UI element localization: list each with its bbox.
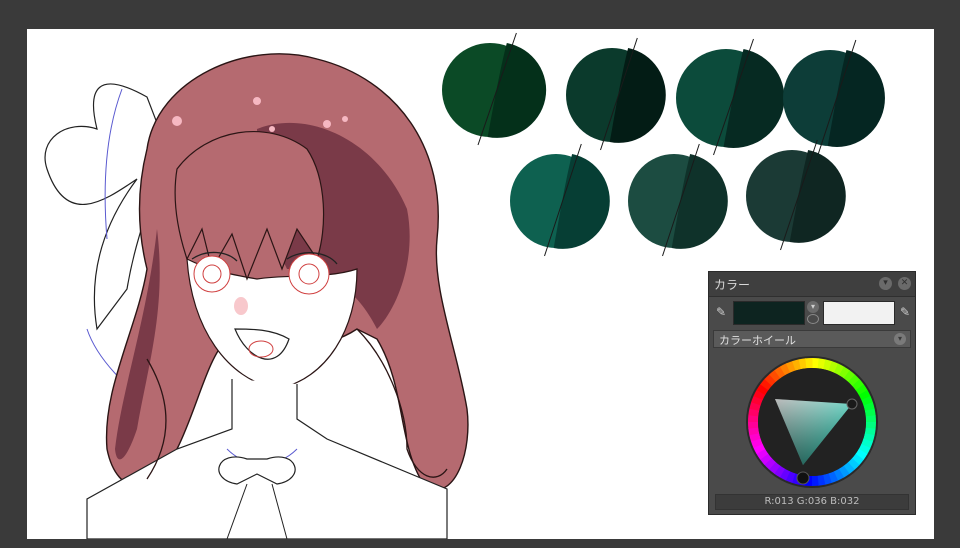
color-swatch-5 — [510, 143, 610, 257]
color-panel: カラー ▾ ✕ ✎ ▾ ✎ カラーホイール ▾ R:013 G:036 B:03… — [708, 271, 916, 515]
hue-handle[interactable] — [846, 398, 858, 410]
color-swatch-6 — [628, 143, 728, 257]
color-mode-label: カラーホイール — [719, 334, 796, 347]
main-color-swatch[interactable] — [733, 301, 805, 325]
color-swatch-7 — [746, 139, 846, 251]
color-swatch-3 — [676, 38, 785, 156]
color-wheel-area[interactable] — [709, 352, 915, 488]
panel-title: カラー — [714, 278, 751, 292]
panel-header[interactable]: カラー ▾ ✕ — [709, 272, 915, 297]
color-picker-handle[interactable] — [796, 471, 810, 485]
hue-segment — [748, 421, 759, 429]
eyedropper-sub-icon[interactable]: ✎ — [897, 302, 913, 322]
color-swatch-4 — [783, 39, 885, 155]
color-swatch-2 — [566, 37, 666, 151]
color-mode-dropdown[interactable]: カラーホイール ▾ — [713, 330, 911, 348]
rgb-readout: R:013 G:036 B:032 — [715, 494, 909, 510]
swap-colors-icon[interactable]: ▾ — [807, 301, 819, 313]
hue-segment — [805, 358, 813, 369]
color-swatch-1 — [442, 32, 547, 146]
panel-menu-icon[interactable]: ▾ — [879, 277, 892, 290]
hue-segment — [865, 415, 876, 423]
chevron-down-icon: ▾ — [894, 333, 906, 345]
color-row: ✎ ▾ ✎ — [709, 298, 915, 326]
hue-segment — [811, 475, 819, 486]
sub-color-swatch[interactable] — [823, 301, 895, 325]
transparent-color-icon[interactable] — [807, 314, 819, 324]
eyedropper-main-icon[interactable]: ✎ — [713, 302, 729, 322]
close-icon[interactable]: ✕ — [898, 277, 911, 290]
